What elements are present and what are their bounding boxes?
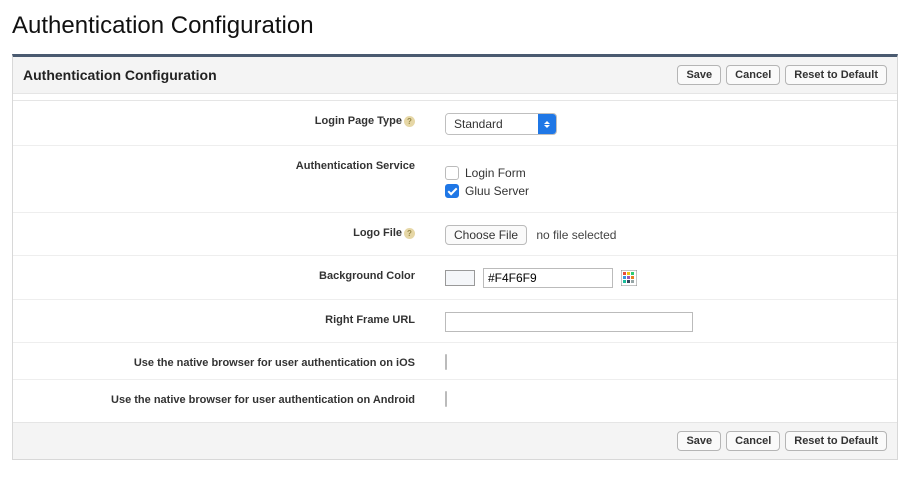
help-icon[interactable]: ? <box>404 116 415 127</box>
row-right-frame-url: Right Frame URL <box>13 299 897 342</box>
control-native-android <box>445 390 447 406</box>
label-logo-file: Logo File? <box>13 223 433 239</box>
chevron-updown-icon <box>538 114 556 134</box>
color-swatch[interactable] <box>445 270 475 286</box>
auth-service-login-form: Login Form <box>445 166 529 180</box>
page-title: Authentication Configuration <box>12 12 910 40</box>
row-background-color: Background Color <box>13 255 897 299</box>
file-status-text: no file selected <box>536 228 616 242</box>
control-auth-service: Login Form Gluu Server <box>433 156 529 202</box>
row-native-android: Use the native browser for user authenti… <box>13 379 897 416</box>
save-button[interactable]: Save <box>677 65 721 85</box>
row-auth-service: Authentication Service Login Form Gluu S… <box>13 145 897 212</box>
right-frame-url-input[interactable] <box>445 312 693 332</box>
auth-config-panel: Authentication Configuration Save Cancel… <box>12 54 898 460</box>
control-right-frame-url <box>433 310 693 332</box>
cancel-button[interactable]: Cancel <box>726 65 780 85</box>
auth-service-gluu-server: Gluu Server <box>445 184 529 198</box>
row-login-page-type: Login Page Type? Standard <box>13 100 897 145</box>
reset-to-default-button[interactable]: Reset to Default <box>785 65 887 85</box>
select-value: Standard <box>446 114 538 134</box>
panel-title: Authentication Configuration <box>23 67 217 83</box>
label-right-frame-url: Right Frame URL <box>13 310 433 326</box>
checkbox-native-android[interactable] <box>445 391 447 407</box>
row-logo-file: Logo File? Choose File no file selected <box>13 212 897 255</box>
cancel-button[interactable]: Cancel <box>726 431 780 451</box>
control-logo-file: Choose File no file selected <box>445 223 616 245</box>
panel-header: Authentication Configuration Save Cancel… <box>13 57 897 94</box>
control-background-color <box>433 266 637 289</box>
choose-file-button[interactable]: Choose File <box>445 225 527 245</box>
help-icon[interactable]: ? <box>404 228 415 239</box>
background-color-input[interactable] <box>483 268 613 288</box>
footer-button-group: Save Cancel Reset to Default <box>677 431 887 451</box>
checkbox-gluu-server[interactable] <box>445 184 459 198</box>
checkbox-label: Login Form <box>465 166 526 180</box>
login-page-type-select[interactable]: Standard <box>445 113 557 135</box>
checkbox-login-form[interactable] <box>445 166 459 180</box>
header-button-group: Save Cancel Reset to Default <box>677 65 887 85</box>
form-body: Login Page Type? Standard Authentication… <box>13 94 897 422</box>
row-native-ios: Use the native browser for user authenti… <box>13 342 897 379</box>
save-button[interactable]: Save <box>677 431 721 451</box>
label-text: Login Page Type <box>315 115 402 127</box>
label-auth-service: Authentication Service <box>13 156 433 172</box>
control-native-ios <box>445 353 447 369</box>
label-login-page-type: Login Page Type? <box>13 111 433 127</box>
control-login-page-type: Standard <box>433 111 557 135</box>
checkbox-label: Gluu Server <box>465 184 529 198</box>
checkbox-native-ios[interactable] <box>445 354 447 370</box>
color-picker-icon[interactable] <box>621 270 637 286</box>
reset-to-default-button[interactable]: Reset to Default <box>785 431 887 451</box>
panel-footer: Save Cancel Reset to Default <box>13 422 897 459</box>
label-text: Logo File <box>353 227 402 239</box>
label-native-ios: Use the native browser for user authenti… <box>13 353 433 369</box>
label-background-color: Background Color <box>13 266 433 282</box>
label-native-android: Use the native browser for user authenti… <box>13 390 433 406</box>
